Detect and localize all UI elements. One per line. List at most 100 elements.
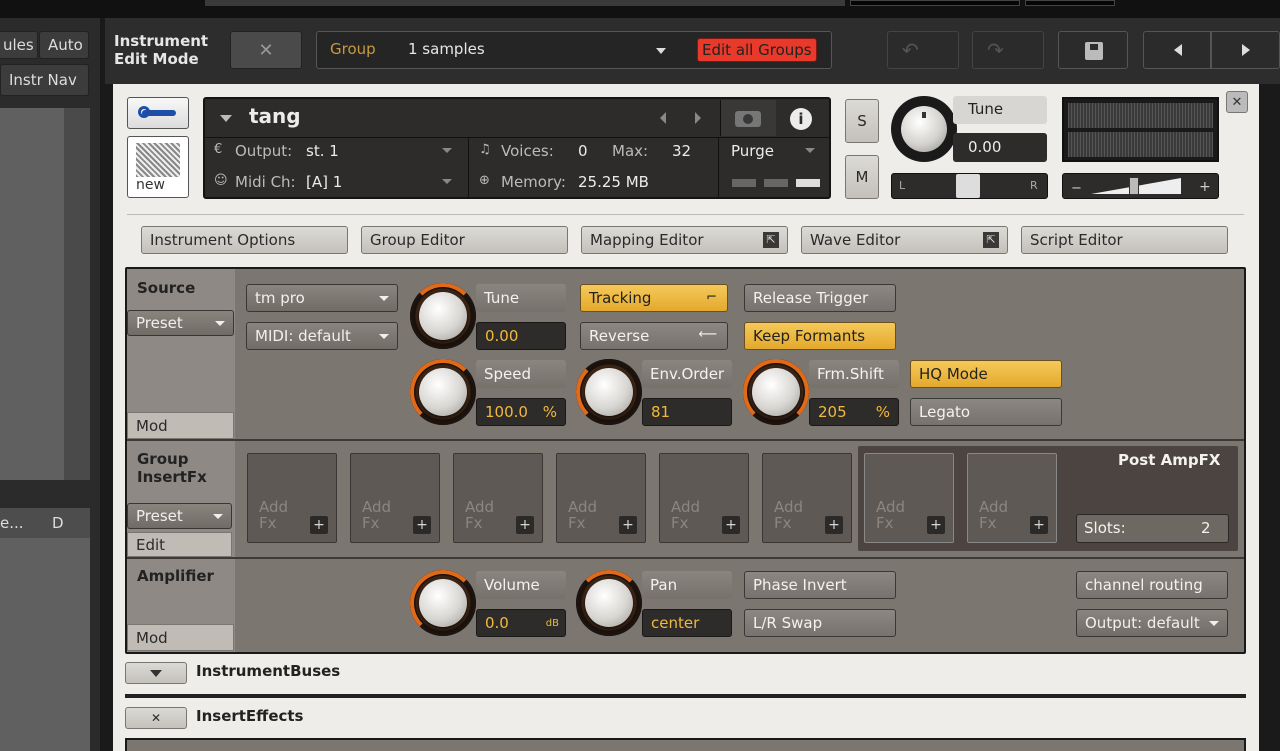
pan-handle[interactable]: [956, 174, 980, 198]
env-order-knob[interactable]: [576, 359, 642, 425]
solo-button[interactable]: S: [845, 99, 879, 143]
edit-all-groups-label: Edit all Groups: [702, 41, 812, 59]
midi-dropdown[interactable]: MIDI: default: [246, 322, 398, 350]
fx-slot-1[interactable]: Add Fx +: [247, 453, 337, 543]
volume-knob[interactable]: [410, 570, 476, 636]
amp-mod-tab[interactable]: Mod: [127, 624, 234, 651]
close-edit-mode-button[interactable]: ✕: [230, 31, 302, 69]
fx-slot-2[interactable]: Add Fx +: [350, 453, 440, 543]
purge-dropdown-icon[interactable]: [805, 148, 815, 153]
edit-all-groups-button[interactable]: Edit all Groups: [697, 38, 817, 62]
legato-button[interactable]: Legato: [910, 398, 1062, 426]
prev-instrument-icon[interactable]: [660, 112, 666, 124]
tab-instrument-options[interactable]: Instrument Options: [141, 226, 348, 254]
info-icon[interactable]: i: [790, 108, 812, 130]
insert-effects-panel: [125, 738, 1246, 751]
tab-wave-editor[interactable]: Wave Editor ⇱: [801, 226, 1008, 254]
undo-button[interactable]: ↶: [887, 31, 959, 69]
fx-slot-4[interactable]: Add Fx +: [556, 453, 646, 543]
post-fx-slot-1[interactable]: Add Fx +: [864, 453, 954, 543]
add-fx-icon[interactable]: +: [619, 516, 637, 534]
source-tune-value[interactable]: 0.00: [476, 322, 566, 350]
source-tune-knob[interactable]: [410, 283, 476, 349]
rack-divider: [205, 137, 829, 138]
add-fx-icon[interactable]: +: [310, 516, 328, 534]
left-scrollbar[interactable]: [64, 108, 90, 480]
instrument-icon[interactable]: new: [127, 136, 189, 198]
group-dropdown-icon[interactable]: [656, 48, 666, 54]
tab-script-editor[interactable]: Script Editor: [1021, 226, 1228, 254]
add-fx-icon[interactable]: +: [413, 516, 431, 534]
group-fx-edit-button[interactable]: Edit: [127, 532, 232, 557]
release-trigger-button[interactable]: Release Trigger: [744, 284, 896, 312]
frm-shift-value[interactable]: 205%: [809, 398, 899, 426]
lr-swap-button[interactable]: L/R Swap: [744, 609, 896, 637]
instrument-buses-toggle[interactable]: [125, 662, 187, 684]
slots-label: Slots:: [1084, 519, 1126, 537]
env-order-value[interactable]: 81: [642, 398, 732, 426]
pan-value[interactable]: center: [642, 609, 732, 637]
add-fx-icon[interactable]: +: [722, 516, 740, 534]
add-fx-icon[interactable]: +: [1030, 516, 1048, 534]
tracking-button[interactable]: Tracking ⌐: [580, 284, 728, 312]
output-dropdown[interactable]: Output: default: [1076, 609, 1228, 637]
left-col2-label: D: [52, 514, 64, 532]
midi-dropdown-icon[interactable]: [442, 179, 452, 184]
next-instrument-icon[interactable]: [695, 112, 701, 124]
volume-slider[interactable]: − +: [1062, 173, 1219, 199]
fx-slot-3[interactable]: Add Fx +: [453, 453, 543, 543]
add-fx-icon[interactable]: +: [927, 516, 945, 534]
add-fx-icon[interactable]: +: [825, 516, 843, 534]
speed-value[interactable]: 100.0%: [476, 398, 566, 426]
phase-invert-button[interactable]: Phase Invert: [744, 571, 896, 599]
instrument-name[interactable]: tang: [249, 104, 301, 128]
tab-modules[interactable]: ules: [0, 31, 38, 59]
instr-nav-button[interactable]: Instr Nav: [0, 64, 89, 96]
tab-group-editor[interactable]: Group Editor: [361, 226, 568, 254]
reverse-button[interactable]: Reverse ⟵: [580, 322, 728, 350]
engine-label: tm pro: [255, 289, 305, 307]
channel-routing-button[interactable]: channel routing: [1076, 571, 1228, 599]
top-strip-buttons-3: [1025, 0, 1115, 6]
collapse-arrow-icon[interactable]: [220, 115, 232, 122]
tab-auto[interactable]: Auto: [39, 31, 89, 59]
wave-popout-icon[interactable]: ⇱: [983, 232, 999, 248]
post-fx-slot-2[interactable]: Add Fx +: [967, 453, 1057, 543]
camera-icon[interactable]: [720, 100, 776, 136]
insert-effects-toggle[interactable]: ✕: [125, 707, 187, 729]
engine-dropdown[interactable]: tm pro: [246, 284, 398, 312]
source-mod-tab[interactable]: Mod: [127, 412, 234, 439]
prev-button[interactable]: [1143, 31, 1211, 69]
purge-button[interactable]: Purge: [731, 142, 774, 160]
instrument-buses-title: InstrumentBuses: [196, 662, 341, 680]
hq-mode-button[interactable]: HQ Mode: [910, 360, 1062, 388]
speed-knob[interactable]: [410, 359, 476, 425]
mapping-popout-icon[interactable]: ⇱: [763, 232, 779, 248]
next-button[interactable]: [1211, 31, 1280, 69]
midi-value[interactable]: [A] 1: [306, 173, 342, 191]
wrench-button[interactable]: [127, 97, 189, 129]
source-preset-dropdown[interactable]: Preset: [127, 310, 234, 336]
output-dropdown-icon[interactable]: [442, 148, 452, 153]
lr-swap-label: L/R Swap: [753, 614, 823, 632]
redo-button[interactable]: ↷: [972, 31, 1044, 69]
slot-text: Fx: [979, 514, 997, 532]
left-list-area: [0, 108, 64, 480]
tracking-icon: ⌐: [706, 290, 717, 305]
rack-tune-label: Tune: [968, 100, 1004, 118]
close-rack-button[interactable]: ✕: [1226, 91, 1248, 113]
volume-value[interactable]: 0.0 dB: [476, 609, 566, 637]
output-value[interactable]: st. 1: [306, 142, 339, 160]
max-value[interactable]: 32: [672, 142, 691, 160]
save-icon[interactable]: [1058, 31, 1128, 69]
mute-button[interactable]: M: [845, 155, 879, 199]
fx-slot-6[interactable]: Add Fx +: [762, 453, 852, 543]
keep-formants-button[interactable]: Keep Formants: [744, 322, 896, 350]
group-fx-preset-dropdown[interactable]: Preset: [127, 503, 232, 529]
rack-tune-knob[interactable]: [891, 96, 957, 162]
pan-knob[interactable]: [576, 570, 642, 636]
tab-mapping-editor[interactable]: Mapping Editor ⇱: [581, 226, 788, 254]
frm-shift-knob[interactable]: [743, 359, 809, 425]
fx-slot-5[interactable]: Add Fx +: [659, 453, 749, 543]
add-fx-icon[interactable]: +: [516, 516, 534, 534]
